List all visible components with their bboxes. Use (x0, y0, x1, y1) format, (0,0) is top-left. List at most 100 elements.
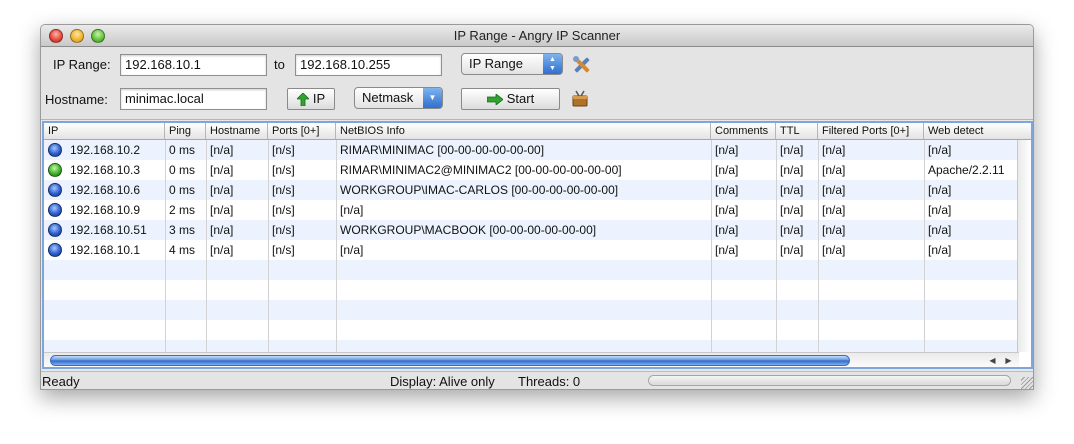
minimize-window-button[interactable] (70, 29, 84, 43)
ip-lookup-button[interactable]: IP (287, 88, 335, 110)
empty-row (44, 300, 1019, 320)
cell-ping: 2 ms (169, 203, 196, 217)
cell-netbios: WORKGROUP\IMAC-CARLOS [00-00-00-00-00-00… (340, 183, 619, 197)
ip-end-input[interactable]: 192.168.10.255 (295, 54, 442, 76)
cell-filtered-ports: [n/a] (822, 183, 846, 197)
cell-netbios: RIMAR\MINIMAC2@MINIMAC2 [00-00-00-00-00-… (340, 163, 622, 177)
scroll-right-arrow-icon[interactable]: ▶ (1002, 354, 1015, 367)
cell-ttl: [n/a] (780, 143, 804, 157)
close-window-button[interactable] (49, 29, 63, 43)
cell-netbios: [n/a] (340, 203, 364, 217)
horizontal-scrollbar[interactable]: ◀ ▶ (44, 352, 1019, 367)
scan-toolbar: IP Range: 192.168.10.1 to 192.168.10.255… (41, 47, 1033, 120)
cell-netbios: RIMAR\MINIMAC [00-00-00-00-00-00] (340, 143, 545, 157)
hostname-label: Hostname: (45, 92, 108, 107)
column-header-netbios[interactable]: NetBIOS Info (336, 123, 711, 139)
column-divider (206, 140, 207, 352)
table-row[interactable]: 192.168.10.2 0 ms [n/a] [n/s] RIMAR\MINIMAC … (44, 140, 1019, 160)
column-divider (336, 140, 337, 352)
cell-hostname: [n/a] (210, 143, 234, 157)
table-row[interactable]: 192.168.10.3 0 ms [n/a] [n/s] RIMAR\MINIMAC2… (44, 160, 1019, 180)
table-row[interactable]: 192.168.10.6 0 ms [n/a] [n/s] WORKGROUP\IMAC… (44, 180, 1019, 200)
cell-ping: 0 ms (169, 143, 196, 157)
column-header-ttl[interactable]: TTL (776, 123, 818, 139)
cell-comments: [n/a] (715, 243, 739, 257)
hostname-input[interactable]: minimac.local (120, 88, 267, 110)
green-right-arrow-icon (486, 94, 503, 106)
vertical-scrollbar[interactable] (1017, 140, 1031, 352)
cell-ping: 0 ms (169, 183, 196, 197)
cell-hostname: [n/a] (210, 183, 234, 197)
host-alive-icon (48, 143, 62, 157)
cell-ip: 192.168.10.6 (70, 183, 141, 197)
title-bar: IP Range - Angry IP Scanner (41, 25, 1033, 47)
column-divider (776, 140, 777, 352)
cell-filtered-ports: [n/a] (822, 223, 846, 237)
column-header-web-detect[interactable]: Web detect (924, 123, 1019, 139)
cell-filtered-ports: [n/a] (822, 243, 846, 257)
feeder-select[interactable]: IP Range ▲ ▼ (461, 53, 563, 75)
column-divider (268, 140, 269, 352)
cell-ttl: [n/a] (780, 183, 804, 197)
table-row[interactable]: 192.168.10.9 2 ms [n/a] [n/s] [n/a] [n/a] [n/a… (44, 200, 1019, 220)
cell-ttl: [n/a] (780, 203, 804, 217)
column-header-ping[interactable]: Ping (165, 123, 206, 139)
empty-row (44, 260, 1019, 280)
host-alive-icon (48, 243, 62, 257)
cell-comments: [n/a] (715, 143, 739, 157)
app-window: IP Range - Angry IP Scanner IP Range: 19… (40, 24, 1034, 390)
empty-row (44, 340, 1019, 352)
cell-ports: [n/s] (272, 203, 295, 217)
netmask-select[interactable]: Netmask ▼ (354, 87, 443, 109)
column-header-comments[interactable]: Comments (711, 123, 776, 139)
status-display-mode[interactable]: Display: Alive only (390, 374, 495, 389)
table-body: 192.168.10.2 0 ms [n/a] [n/s] RIMAR\MINIMAC … (44, 140, 1019, 352)
cell-web-detect: [n/a] (928, 223, 952, 237)
select-arrows-icon: ▲ ▼ (543, 54, 562, 74)
resize-grip-icon[interactable] (1021, 377, 1033, 389)
cell-web-detect: Apache/2.2.11 (928, 163, 1005, 177)
cell-ports: [n/s] (272, 243, 295, 257)
column-header-filtered-ports[interactable]: Filtered Ports [0+] (818, 123, 924, 139)
cell-ping: 0 ms (169, 163, 196, 177)
column-header-hostname[interactable]: Hostname (206, 123, 268, 139)
scan-progress-bar (648, 375, 1011, 386)
table-row[interactable]: 192.168.10.1 4 ms [n/a] [n/s] [n/a] [n/a] [n/a… (44, 240, 1019, 260)
horizontal-scroll-thumb[interactable] (50, 355, 850, 366)
cell-ports: [n/s] (272, 223, 295, 237)
cell-netbios: [n/a] (340, 243, 364, 257)
cell-hostname: [n/a] (210, 163, 234, 177)
status-bar: Ready Display: Alive only Threads: 0 (41, 371, 1033, 389)
cell-ip: 192.168.10.1 (70, 243, 141, 257)
cell-filtered-ports: [n/a] (822, 143, 846, 157)
cell-web-detect: [n/a] (928, 243, 952, 257)
status-ready: Ready (42, 374, 80, 389)
cell-web-detect: [n/a] (928, 143, 952, 157)
start-button-label: Start (506, 91, 535, 106)
ip-start-input[interactable]: 192.168.10.1 (120, 54, 267, 76)
cell-ttl: [n/a] (780, 223, 804, 237)
cell-ports: [n/s] (272, 143, 295, 157)
table-header: IP Ping Hostname Ports [0+] NetBIOS Info… (44, 123, 1031, 140)
column-divider (711, 140, 712, 352)
cell-comments: [n/a] (715, 203, 739, 217)
fetchers-icon[interactable] (570, 89, 590, 109)
column-header-ip[interactable]: IP (44, 123, 165, 139)
column-header-ports[interactable]: Ports [0+] (268, 123, 336, 139)
zoom-window-button[interactable] (91, 29, 105, 43)
table-row[interactable]: 192.168.10.51 3 ms [n/a] [n/s] WORKGROUP\MAC… (44, 220, 1019, 240)
host-alive-icon (48, 183, 62, 197)
cell-ping: 3 ms (169, 223, 196, 237)
cell-web-detect: [n/a] (928, 203, 952, 217)
start-button[interactable]: Start (461, 88, 560, 110)
window-title: IP Range - Angry IP Scanner (453, 28, 621, 43)
scroll-left-arrow-icon[interactable]: ◀ (986, 354, 999, 367)
host-alive-icon (48, 223, 62, 237)
cell-hostname: [n/a] (210, 203, 234, 217)
cell-web-detect: [n/a] (928, 183, 952, 197)
to-label: to (274, 57, 285, 72)
column-divider (924, 140, 925, 352)
column-divider (818, 140, 819, 352)
ip-button-label: IP (312, 91, 326, 106)
preferences-tools-icon[interactable] (572, 55, 592, 75)
